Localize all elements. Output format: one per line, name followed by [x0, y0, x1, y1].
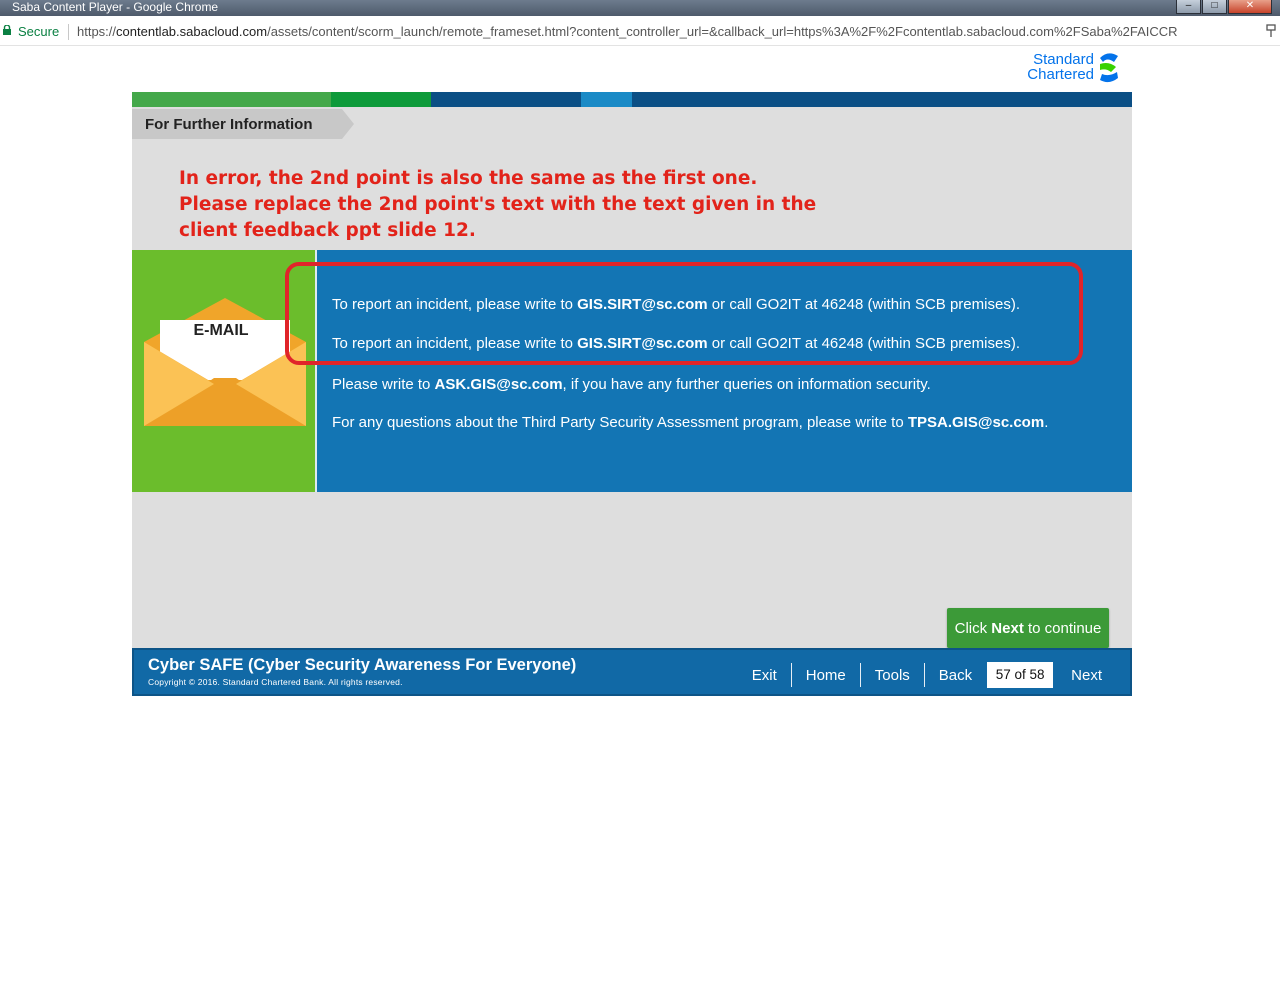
info-panel: E-MAIL To report an incident, please wri… [132, 250, 1132, 492]
stripe-5 [632, 92, 1132, 107]
tooltip-text-post: to continue [1023, 620, 1102, 637]
pin-icon[interactable] [1266, 24, 1276, 38]
url-domain: contentlab.sabacloud.com [116, 24, 268, 39]
review-comment-line-3: client feedback ppt slide 12. [179, 220, 476, 241]
stripe-3 [431, 92, 581, 107]
review-comment: In error, the 2nd point is also the same… [179, 166, 819, 244]
url-scheme: https:// [77, 24, 117, 39]
close-button[interactable]: ✕ [1228, 0, 1272, 14]
course-navigation: Exit Home Tools Back 57 of 58 Next [738, 662, 1116, 688]
section-header-tab: For Further Information [132, 109, 354, 139]
url-path: /assets/content/scorm_launch/remote_fram… [267, 24, 1178, 39]
tooltip-text: Click Next to continue [947, 620, 1109, 637]
url-input[interactable]: https://contentlab.sabacloud.com/assets/… [77, 24, 1245, 39]
window-title: Saba Content Player - Google Chrome [12, 0, 219, 14]
course-footer: Cyber SAFE (Cyber Security Awareness For… [132, 648, 1132, 696]
envelope-icon [144, 298, 306, 426]
info-text: , if you have any further queries on inf… [562, 376, 931, 393]
address-separator [68, 24, 69, 40]
stripe-4 [581, 92, 632, 107]
minimize-button[interactable]: – [1176, 0, 1201, 14]
logo-line-1: Standard [1033, 51, 1094, 68]
logo-line-2: Chartered [1027, 66, 1094, 83]
course-frame: For Further Information In error, the 2n… [132, 92, 1132, 696]
secure-label[interactable]: Secure [18, 24, 59, 39]
window-titlebar: Saba Content Player - Google Chrome – □ … [0, 0, 1280, 16]
standard-chartered-logo: Standard Chartered [1020, 50, 1130, 88]
logo-mark-icon [1100, 53, 1118, 83]
copyright-text: Copyright © 2016. Standard Chartered Ban… [148, 677, 403, 687]
review-comment-line-2: Please replace the 2nd point's text with… [179, 194, 817, 215]
tooltip-text-bold: Next [991, 620, 1024, 637]
page-counter: 57 of 58 [987, 662, 1054, 688]
review-comment-line-1: In error, the 2nd point is also the same… [179, 168, 758, 189]
info-text: For any questions about the Third Party … [332, 414, 908, 431]
address-bar[interactable]: Secure https://contentlab.sabacloud.com/… [0, 16, 1280, 46]
email-address-link[interactable]: TPSA.GIS@sc.com [908, 414, 1044, 431]
info-text: Please write to [332, 376, 435, 393]
next-hint-tooltip: Click Next to continue [947, 608, 1109, 657]
stripe-2 [331, 92, 431, 107]
back-button[interactable]: Back [925, 667, 986, 684]
section-title: For Further Information [145, 116, 313, 133]
course-title: Cyber SAFE (Cyber Security Awareness For… [148, 656, 577, 674]
info-text: . [1044, 414, 1049, 431]
info-line: For any questions about the Third Party … [332, 414, 1048, 431]
stripe-1 [132, 92, 331, 107]
next-button[interactable]: Next [1057, 667, 1116, 684]
home-button[interactable]: Home [792, 667, 860, 684]
window-controls: – □ ✕ [1176, 0, 1272, 14]
review-highlight-box [285, 262, 1083, 365]
tools-button[interactable]: Tools [861, 667, 924, 684]
color-stripe-bar [132, 92, 1132, 107]
email-label: E-MAIL [193, 322, 249, 339]
logo-text: Standard Chartered [1020, 52, 1094, 82]
lock-icon [3, 25, 11, 35]
info-line: Please write to ASK.GIS@sc.com, if you h… [332, 376, 931, 393]
email-address-link[interactable]: ASK.GIS@sc.com [435, 376, 563, 393]
maximize-button[interactable]: □ [1202, 0, 1227, 14]
tooltip-text-pre: Click [954, 620, 992, 637]
exit-button[interactable]: Exit [738, 667, 791, 684]
